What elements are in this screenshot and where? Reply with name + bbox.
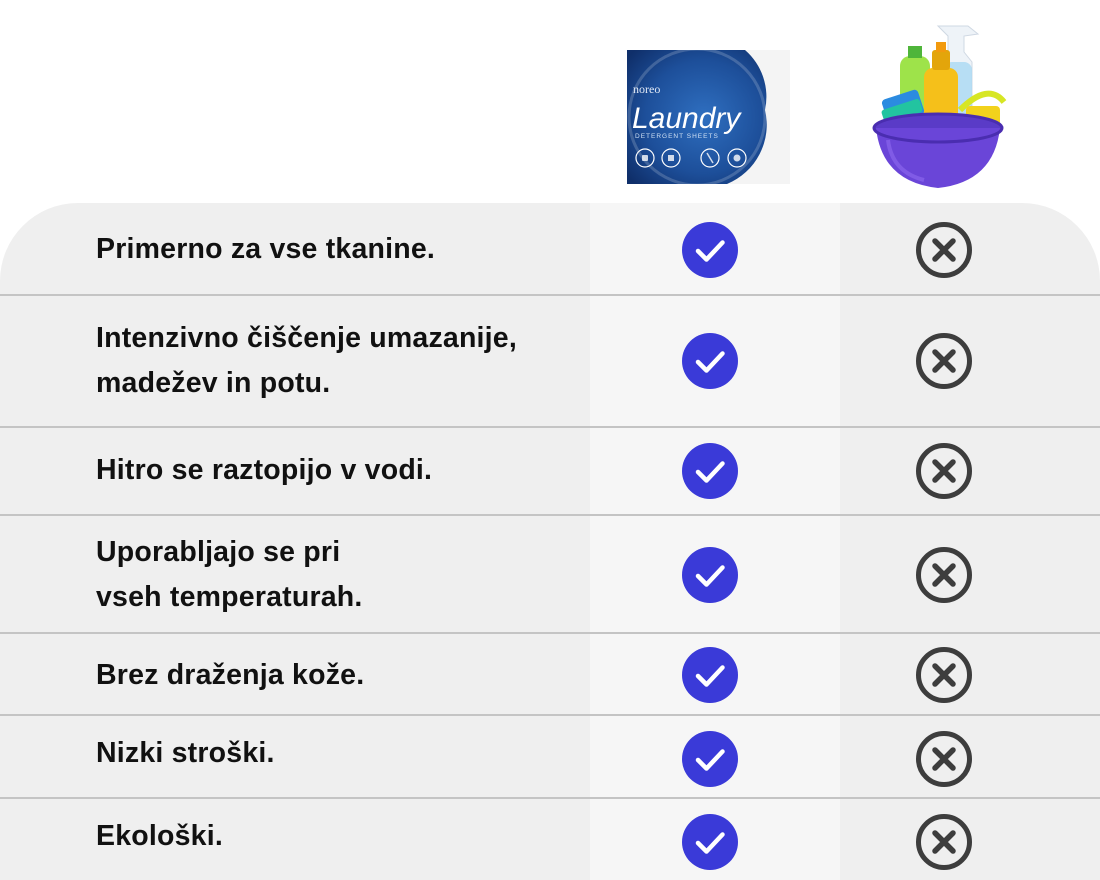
row-label: Uporabljajo se pri vseh temperaturah.: [96, 536, 363, 613]
table-row: Intenzivno čiščenje umazanije, madežev i…: [0, 296, 1100, 426]
check-icon: [682, 333, 738, 389]
check-icon: [682, 731, 738, 787]
check-icon: [682, 443, 738, 499]
cross-icon: [916, 731, 972, 787]
cross-icon: [916, 222, 972, 278]
cross-icon: [916, 814, 972, 870]
package-subtitle-text: DETERGENT SHEETS: [635, 133, 719, 140]
table-row: Hitro se raztopijo v vodi.: [0, 428, 1100, 514]
row-label: Nizki stroški.: [96, 737, 275, 769]
row-label: Ekološki.: [96, 820, 223, 852]
table-row: Uporabljajo se pri vseh temperaturah.: [0, 516, 1100, 632]
row-label: Intenzivno čiščenje umazanije, madežev i…: [96, 322, 517, 399]
row-label: Brez draženja kože.: [96, 659, 365, 691]
check-icon: [682, 647, 738, 703]
check-icon: [682, 222, 738, 278]
table-row: Nizki stroški.: [0, 716, 1100, 797]
package-brand-text: noreo: [633, 82, 660, 96]
row-label: Hitro se raztopijo v vodi.: [96, 454, 433, 486]
check-icon: [682, 547, 738, 603]
cleaning-products-bucket-image: [868, 22, 1020, 192]
cross-icon: [916, 647, 972, 703]
table-row: Primerno za vse tkanine.: [0, 203, 1100, 295]
cross-icon: [916, 333, 972, 389]
table-row: Ekološki.: [0, 799, 1100, 880]
table-row: Brez draženja kože.: [0, 634, 1100, 714]
check-icon: [682, 814, 738, 870]
comparison-page: noreo Laundry DETERGENT SHEETS Primerno …: [0, 0, 1100, 880]
laundry-sheets-package-image: noreo Laundry DETERGENT SHEETS: [627, 47, 790, 187]
cross-icon: [916, 443, 972, 499]
cross-icon: [916, 547, 972, 603]
row-label: Primerno za vse tkanine.: [96, 233, 436, 265]
comparison-table: Primerno za vse tkanine. Intenzivno čišč…: [0, 203, 1100, 880]
package-name-text: Laundry: [632, 102, 742, 135]
